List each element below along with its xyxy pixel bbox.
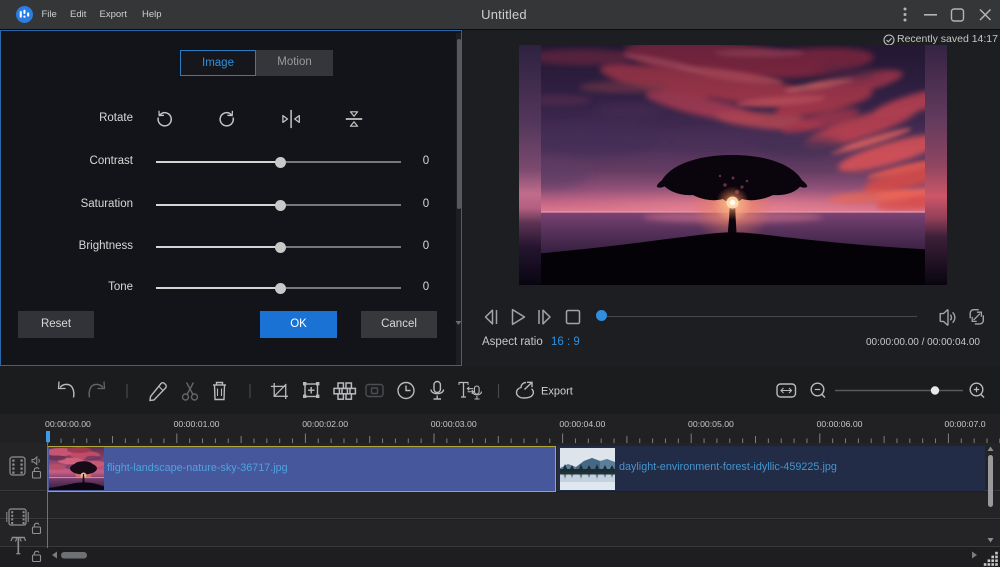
- svg-text:Export: Export: [541, 386, 573, 398]
